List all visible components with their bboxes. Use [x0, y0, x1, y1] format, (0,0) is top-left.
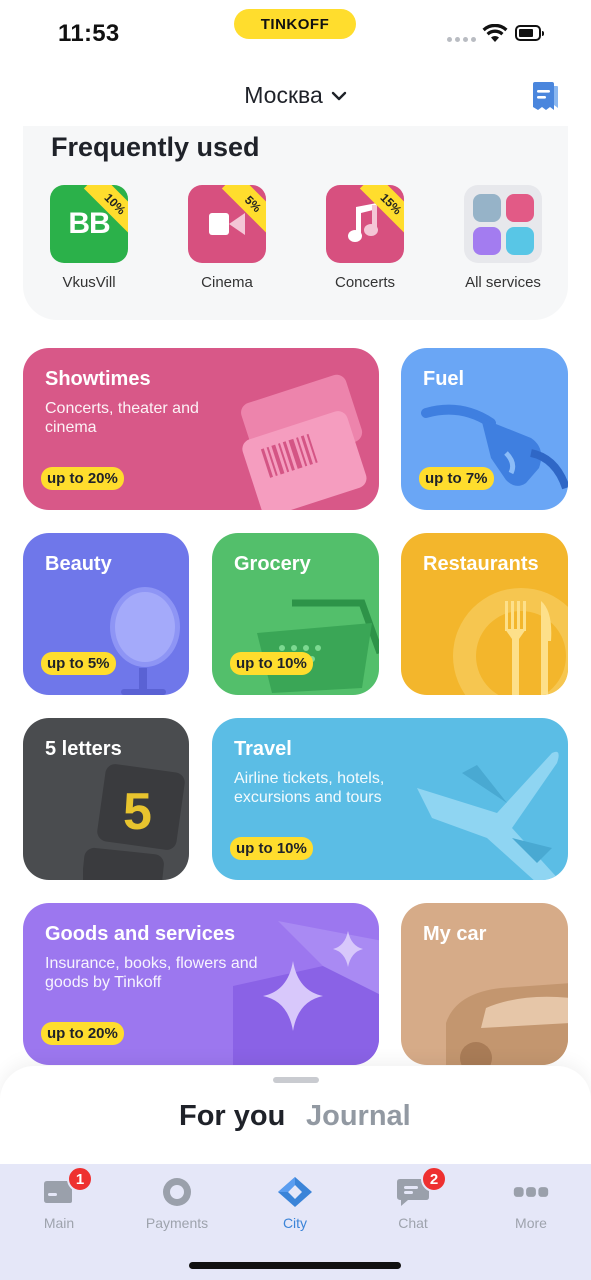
tile-restaurants[interactable]: Restaurants — [401, 533, 568, 695]
frequent-item-label: VkusVill — [62, 274, 116, 291]
tile-subtitle: Concerts, theater and cinema — [45, 400, 199, 436]
card-icon: 1 — [41, 1166, 93, 1208]
home-indicator — [189, 1262, 401, 1269]
tile-showtimes[interactable]: Showtimes Concerts, theater and cinema u… — [23, 348, 379, 510]
tile-title: My car — [423, 923, 487, 945]
car-illustration — [446, 983, 568, 1065]
tile-title: Travel — [234, 738, 292, 760]
notification-badge: 1 — [67, 1166, 93, 1192]
tile-title: Goods and services — [45, 923, 236, 945]
sheet-grabber[interactable] — [273, 1077, 319, 1083]
tile-title: 5 letters — [45, 738, 122, 760]
tab-main[interactable]: 1 Main — [4, 1166, 114, 1231]
chevron-down-icon — [331, 91, 346, 100]
grid-icon — [464, 185, 542, 263]
tile-goods-and-services[interactable]: Goods and services Insurance, books, flo… — [23, 903, 379, 1065]
frequent-item-label: Concerts — [334, 274, 396, 291]
tile-title: Grocery — [234, 553, 311, 575]
tile-title: Fuel — [423, 368, 465, 390]
frequent-item-vkusvill[interactable]: BB 10% VkusVill — [33, 185, 145, 291]
letter-tile-illustration: 5 — [83, 764, 185, 880]
vkusvill-logo-text: BB — [68, 207, 110, 240]
airplane-illustration — [417, 751, 560, 880]
tile-5-letters[interactable]: 5 5 letters — [23, 718, 189, 880]
mirror-illustration — [110, 587, 180, 695]
status-bar: 11:53 TINKOFF — [0, 0, 591, 66]
tile-travel[interactable]: Travel Airline tickets, hotels, excursio… — [212, 718, 568, 880]
more-icon — [513, 1176, 549, 1208]
cutlery-illustration — [453, 588, 568, 695]
tile-subtitle: Airline tickets, hotels, excursions and … — [234, 770, 385, 806]
tile-grocery[interactable]: Grocery up to 10% — [212, 533, 379, 695]
frequent-item-all-services[interactable]: All services — [447, 185, 559, 291]
fuel-nozzle-illustration — [421, 404, 568, 490]
gift-box-illustration — [233, 921, 379, 1065]
tile-beauty[interactable]: Beauty up to 5% — [23, 533, 189, 695]
video-camera-glyph — [209, 213, 245, 235]
tab-for-you[interactable]: For you — [179, 1100, 285, 1133]
frequent-item-label: All services — [465, 274, 541, 291]
city-diamond-icon — [277, 1176, 313, 1208]
chat-icon: 2 — [395, 1166, 447, 1208]
frequent-item-cinema[interactable]: 5% Cinema — [171, 185, 283, 291]
header: Москва — [0, 72, 591, 122]
tab-label: Main — [43, 1215, 75, 1231]
tile-fuel[interactable]: Fuel up to 7% — [401, 348, 568, 510]
tab-label: Payments — [145, 1215, 209, 1231]
tile-my-car[interactable]: My car — [401, 903, 568, 1065]
cashback-badge: up to 5% — [41, 652, 116, 675]
tab-more[interactable]: More — [476, 1176, 586, 1231]
cashback-badge: up to 7% — [419, 467, 494, 490]
wifi-icon — [482, 24, 508, 42]
cashback-badge: up to 10% — [230, 837, 313, 860]
cashback-badge: up to 20% — [41, 1022, 124, 1045]
status-time: 11:53 — [58, 20, 120, 47]
ticket-illustration — [241, 374, 367, 510]
frequent-item-concerts[interactable]: 15% Concerts — [309, 185, 421, 291]
city-selector[interactable]: Москва — [0, 82, 591, 109]
tab-journal[interactable]: Journal — [306, 1100, 411, 1133]
frequent-item-label: Cinema — [201, 274, 253, 291]
battery-icon — [515, 25, 544, 41]
tab-chat[interactable]: 2 Chat — [358, 1166, 468, 1231]
tab-label: City — [282, 1215, 308, 1231]
tab-label: More — [515, 1215, 547, 1231]
svg-text:5: 5 — [123, 783, 152, 841]
city-name: Москва — [244, 82, 323, 108]
tile-title: Restaurants — [423, 553, 539, 575]
cashback-badge: up to 10% — [230, 652, 313, 675]
signal-icon — [447, 37, 476, 42]
tile-title: Beauty — [45, 553, 112, 575]
music-note-glyph — [348, 203, 378, 242]
carrier-pill: TINKOFF — [234, 9, 356, 39]
tab-city[interactable]: City — [240, 1176, 350, 1231]
tab-bar: 1 Main Payments City 2 Chat More — [0, 1164, 591, 1280]
circle-icon — [159, 1176, 195, 1208]
tab-payments[interactable]: Payments — [122, 1176, 232, 1231]
cashback-badge: up to 20% — [41, 467, 124, 490]
vkusvill-logo: BB 10% — [50, 185, 128, 263]
frequently-used-card: Frequently used BB 10% VkusVill 5% Cinem… — [23, 126, 568, 320]
camera-icon: 5% — [188, 185, 266, 263]
tab-label: Chat — [398, 1215, 428, 1231]
notification-badge: 2 — [421, 1166, 447, 1192]
tile-subtitle: Insurance, books, flowers and goods by T… — [45, 955, 258, 991]
music-note-icon: 15% — [326, 185, 404, 263]
tile-title: Showtimes — [45, 368, 151, 390]
frequently-used-title: Frequently used — [51, 132, 260, 162]
basket-illustration — [257, 599, 379, 693]
receipt-icon[interactable] — [530, 80, 560, 112]
